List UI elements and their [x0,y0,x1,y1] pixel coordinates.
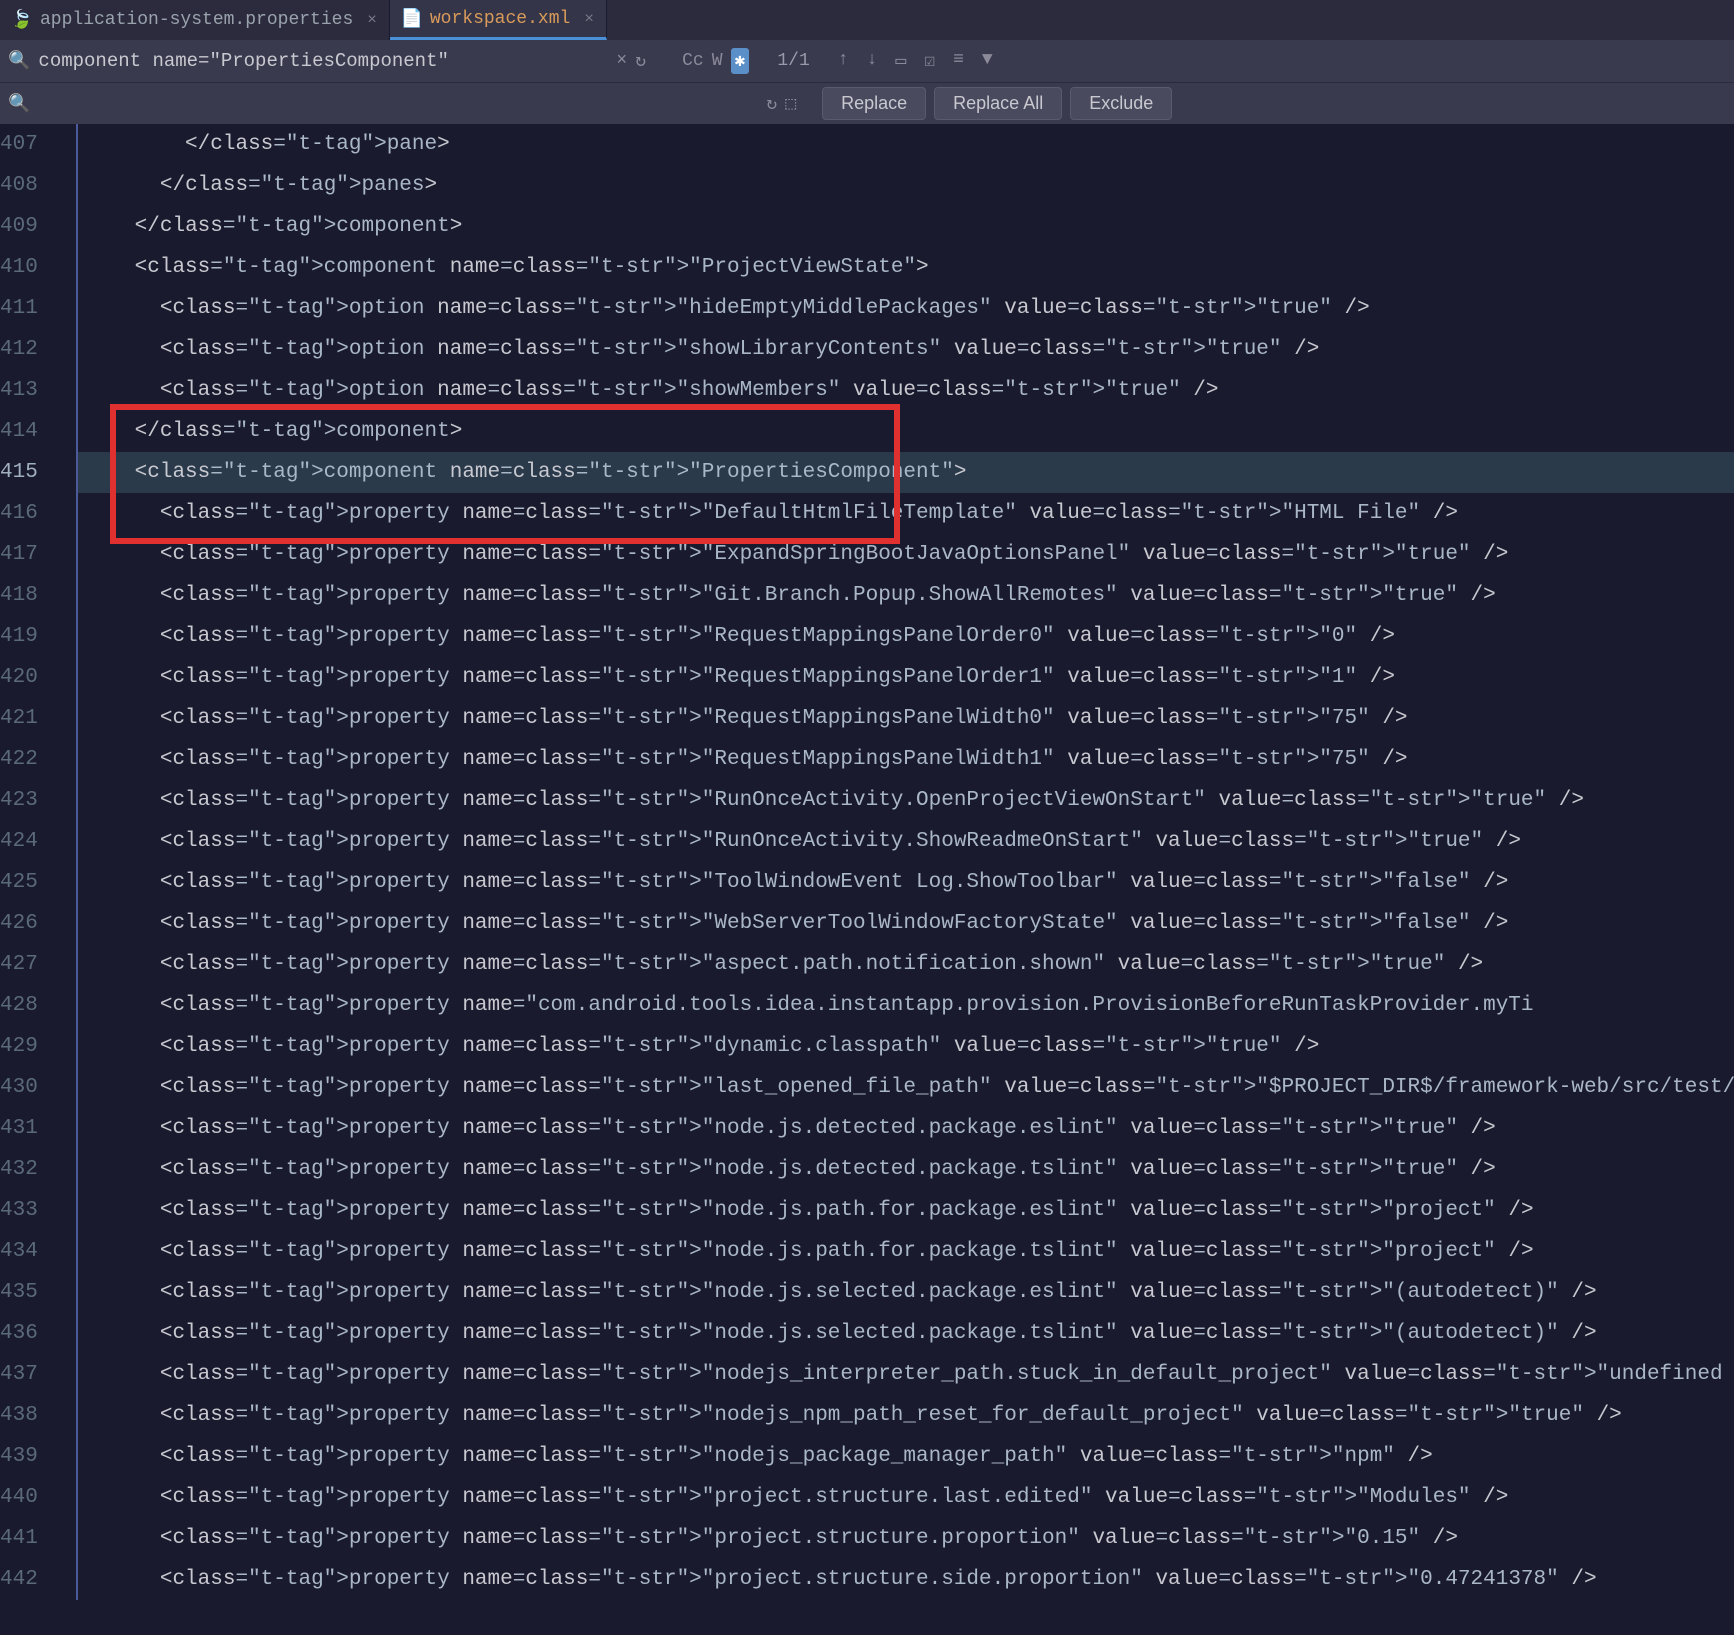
match-word-icon[interactable]: W [712,51,723,71]
tab[interactable]: 🍃 application-system.properties × [0,0,390,40]
close-tab-icon[interactable]: × [367,11,377,29]
regex-icon[interactable]: ✱ [731,48,750,74]
replace-history-icon[interactable]: ↻ [766,93,777,115]
code-line[interactable]: <class="t-tag">property name=class="t-st… [76,575,1734,616]
code-line[interactable]: </class="t-tag">pane> [76,124,1734,165]
code-line[interactable]: <class="t-tag">property name=class="t-st… [76,1108,1734,1149]
close-tab-icon[interactable]: × [584,10,594,28]
code-line[interactable]: <class="t-tag">property name=class="t-st… [76,1559,1734,1600]
code-line[interactable]: <class="t-tag">property name="com.androi… [76,985,1734,1026]
prev-match-icon[interactable]: ↑ [838,50,849,72]
code-line[interactable]: <class="t-tag">property name=class="t-st… [76,1313,1734,1354]
find-bar: 🔍 × ↻ Cc W ✱ 1/1 ↑ ↓ ▭ ☑ ≡ ▼ [0,40,1734,82]
match-count: 1/1 [777,51,809,71]
tab-label: application-system.properties [40,10,353,30]
replace-bar: 🔍 ↻ ⬚ Replace Replace All Exclude [0,82,1734,124]
code-line[interactable]: <class="t-tag">property name=class="t-st… [76,657,1734,698]
exclude-button[interactable]: Exclude [1070,87,1172,120]
code-line[interactable]: <class="t-tag">property name=class="t-st… [76,1395,1734,1436]
new-search-icon[interactable]: ☑ [924,50,935,72]
code-line[interactable]: <class="t-tag">property name=class="t-st… [76,1518,1734,1559]
code-line[interactable]: <class="t-tag">option name=class="t-str"… [76,288,1734,329]
code-line[interactable]: <class="t-tag">property name=class="t-st… [76,944,1734,985]
replace-button[interactable]: Replace [822,87,926,120]
fold-gutter[interactable] [68,124,76,1635]
code-area[interactable]: </class="t-tag">pane> </class="t-tag">pa… [76,124,1734,1635]
tab[interactable]: 📄 workspace.xml × [390,0,607,40]
code-line[interactable]: <class="t-tag">property name=class="t-st… [76,616,1734,657]
file-icon: 🍃 [12,10,32,30]
code-line[interactable]: <class="t-tag">property name=class="t-st… [76,862,1734,903]
code-line[interactable]: <class="t-tag">property name=class="t-st… [76,780,1734,821]
tab-label: workspace.xml [430,9,570,29]
code-line[interactable]: <class="t-tag">property name=class="t-st… [76,534,1734,575]
code-line[interactable]: <class="t-tag">property name=class="t-st… [76,1231,1734,1272]
match-case-icon[interactable]: Cc [682,51,704,71]
replace-all-button[interactable]: Replace All [934,87,1062,120]
code-line[interactable]: </class="t-tag">component> [76,411,1734,452]
code-line[interactable]: <class="t-tag">property name=class="t-st… [76,739,1734,780]
code-line[interactable]: <class="t-tag">property name=class="t-st… [76,821,1734,862]
settings-icon[interactable]: ≡ [953,50,964,72]
search-history-icon[interactable]: ↻ [635,50,646,72]
code-line[interactable]: <class="t-tag">property name=class="t-st… [76,903,1734,944]
search-input[interactable] [38,50,608,72]
code-line[interactable]: </class="t-tag">component> [76,206,1734,247]
code-line[interactable]: <class="t-tag">option name=class="t-str"… [76,370,1734,411]
code-editor[interactable]: 4074084094104114124134144154164174184194… [0,124,1734,1635]
code-line[interactable]: <class="t-tag">option name=class="t-str"… [76,329,1734,370]
select-all-icon[interactable]: ▭ [895,50,906,72]
preserve-case-icon[interactable]: ⬚ [785,93,796,115]
code-line[interactable]: <class="t-tag">component name=class="t-s… [76,247,1734,288]
code-line[interactable]: </class="t-tag">panes> [76,165,1734,206]
filter-icon[interactable]: ▼ [982,50,993,72]
code-line[interactable]: <class="t-tag">component name=class="t-s… [76,452,1734,493]
code-line[interactable]: <class="t-tag">property name=class="t-st… [76,493,1734,534]
code-line[interactable]: <class="t-tag">property name=class="t-st… [76,1272,1734,1313]
next-match-icon[interactable]: ↓ [867,50,878,72]
close-search-icon[interactable]: × [616,51,627,71]
code-line[interactable]: <class="t-tag">property name=class="t-st… [76,1149,1734,1190]
code-line[interactable]: <class="t-tag">property name=class="t-st… [76,1436,1734,1477]
editor-tabs: 🍃 application-system.properties × 📄 workspac… [0,0,1734,40]
code-line[interactable]: <class="t-tag">property name=class="t-st… [76,698,1734,739]
replace-input[interactable] [38,93,758,115]
code-line[interactable]: <class="t-tag">property name=class="t-st… [76,1067,1734,1108]
replace-icon: 🔍 [8,93,30,115]
code-line[interactable]: <class="t-tag">property name=class="t-st… [76,1354,1734,1395]
search-icon: 🔍 [8,50,30,72]
code-line[interactable]: <class="t-tag">property name=class="t-st… [76,1190,1734,1231]
code-line[interactable]: <class="t-tag">property name=class="t-st… [76,1477,1734,1518]
code-line[interactable]: <class="t-tag">property name=class="t-st… [76,1026,1734,1067]
line-gutter: 4074084094104114124134144154164174184194… [0,124,68,1635]
file-icon: 📄 [402,9,422,29]
